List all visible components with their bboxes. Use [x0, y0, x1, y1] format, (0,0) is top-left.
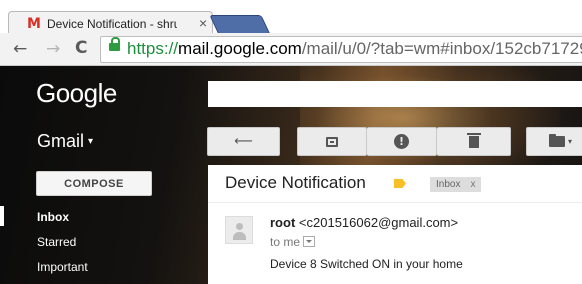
recipient-line: to me — [270, 235, 316, 249]
inbox-label-text: Inbox — [436, 179, 461, 190]
recipient-text: to me — [270, 235, 301, 249]
sender-line: root <c201516062@gmail.com> — [270, 215, 458, 230]
message-body: Device 8 Switched ON in your home — [270, 257, 463, 271]
archive-button[interactable] — [297, 127, 367, 156]
search-input[interactable] — [208, 81, 582, 107]
reply-button[interactable]: ⟵ — [207, 127, 280, 156]
message-subject: Device Notification — [225, 173, 366, 192]
sender-avatar[interactable] — [225, 216, 253, 244]
forward-arrow-icon[interactable]: → — [46, 39, 60, 59]
url-text[interactable]: https://mail.google.com/mail/u/0/?tab=wm… — [127, 39, 582, 59]
new-tab-button[interactable] — [209, 15, 271, 35]
tab-title: Device Notification - shrut — [47, 17, 177, 31]
sidebar-item-inbox[interactable]: Inbox — [37, 210, 69, 224]
url-path: /mail/u/0/?tab=wm#inbox/152cb717295 — [301, 39, 582, 58]
chevron-down-icon: ▾ — [568, 137, 573, 146]
message-pane: Device Notification Inbox x root <c20151… — [208, 165, 582, 284]
gmail-label: Gmail — [37, 131, 85, 151]
delete-button[interactable] — [437, 127, 511, 156]
tab-close-icon[interactable]: × — [199, 15, 207, 31]
reply-icon: ⟵ — [234, 134, 253, 149]
gmail-favicon-icon: M — [27, 16, 41, 32]
delete-icon — [466, 132, 481, 148]
browser-tab-strip: M Device Notification - shrut × — [0, 0, 582, 35]
active-item-indicator — [0, 206, 4, 226]
chevron-down-icon: ▾ — [88, 136, 94, 147]
browser-toolbar: ← → C https://mail.google.com/mail/u/0/?… — [0, 33, 582, 66]
sidebar-item-starred[interactable]: Starred — [37, 235, 76, 249]
address-bar[interactable]: https://mail.google.com/mail/u/0/?tab=wm… — [100, 36, 582, 63]
url-scheme: https:// — [127, 39, 179, 58]
report-spam-button[interactable]: ! — [367, 127, 437, 156]
compose-button[interactable]: COMPOSE — [36, 171, 152, 196]
divider — [208, 202, 582, 203]
important-label-icon[interactable] — [394, 179, 406, 188]
sender-name[interactable]: root — [270, 215, 295, 230]
sidebar-item-important[interactable]: Important — [37, 260, 88, 274]
remove-label-icon[interactable]: x — [470, 179, 475, 190]
back-arrow-icon[interactable]: ← — [13, 39, 27, 59]
move-to-button[interactable]: ▾ — [526, 127, 582, 156]
report-spam-icon: ! — [394, 134, 409, 149]
inbox-label-badge: Inbox x — [430, 177, 482, 192]
lock-icon — [109, 37, 120, 51]
move-to-folder-icon — [549, 134, 565, 147]
sender-email: <c201516062@gmail.com> — [298, 215, 459, 230]
browser-tab[interactable]: M Device Notification - shrut × — [8, 11, 213, 35]
archive-icon — [326, 136, 338, 147]
show-details-icon[interactable] — [303, 236, 316, 247]
reload-icon[interactable]: C — [75, 38, 87, 58]
gmail-app-switcher[interactable]: Gmail ▾ — [37, 131, 93, 152]
url-host: mail.google.com — [178, 39, 302, 58]
google-logo[interactable]: Google — [36, 78, 117, 109]
